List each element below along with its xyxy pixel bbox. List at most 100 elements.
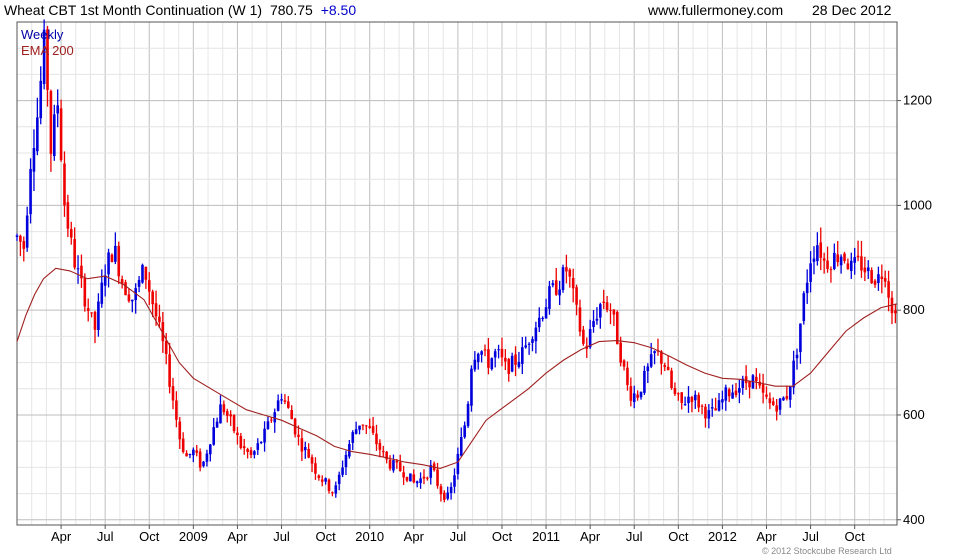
candle-body <box>117 245 121 277</box>
candle-body <box>554 280 558 295</box>
candle-body <box>392 460 395 471</box>
candle-body <box>700 405 704 407</box>
candle-body <box>59 108 63 161</box>
candle-body <box>300 438 304 452</box>
candle-body <box>673 388 677 394</box>
candle-body <box>788 386 792 400</box>
candle-body <box>490 358 494 370</box>
candle-body <box>775 405 778 412</box>
x-tick-label: Apr <box>580 529 601 544</box>
candle-body <box>239 435 243 448</box>
candle-body <box>351 432 355 443</box>
x-tick-label: Apr <box>404 529 425 544</box>
candle-body <box>39 80 43 119</box>
candle-body <box>697 394 700 408</box>
candle-body <box>768 398 772 404</box>
candle-body <box>371 426 375 433</box>
candle-body <box>755 376 758 382</box>
candle-body <box>15 235 19 237</box>
chart: Wheat CBT 1st Month Continuation (W 1) 7… <box>0 0 980 560</box>
candle-body <box>734 390 738 395</box>
candle-body <box>622 360 626 367</box>
candle-body <box>415 481 419 484</box>
candle-body <box>164 340 168 355</box>
candle-body <box>263 428 266 443</box>
candle-body <box>215 421 219 428</box>
chart-title-text: Wheat CBT 1st Month Continuation (W 1) <box>4 2 262 18</box>
candle-body <box>375 433 378 445</box>
candle-body <box>649 354 653 367</box>
candle-body <box>887 281 890 298</box>
candle-body <box>225 411 229 416</box>
x-tick-label: Apr <box>227 529 248 544</box>
candle-body <box>578 307 582 332</box>
candle-body <box>493 351 497 358</box>
candle-body <box>287 401 290 408</box>
candle-body <box>480 351 483 355</box>
candle-body <box>205 453 209 462</box>
candle-body <box>531 339 534 343</box>
candle-body <box>192 449 195 456</box>
candle-body <box>124 282 127 296</box>
candle-body <box>453 475 456 487</box>
candle-body <box>829 269 833 271</box>
candle-body <box>839 256 843 266</box>
candle-body <box>137 279 141 287</box>
candle-body <box>49 91 53 154</box>
candle-body <box>365 425 368 427</box>
candle-body <box>69 229 73 238</box>
candle-body <box>565 267 568 272</box>
candle-body <box>381 451 385 453</box>
candle-body <box>856 255 860 258</box>
candle-body <box>731 392 734 399</box>
x-tick-label: Oct <box>845 529 866 544</box>
x-tick-label: Oct <box>492 529 513 544</box>
candle-body <box>324 478 327 482</box>
candle-body <box>354 429 358 434</box>
candle-body <box>259 442 263 444</box>
candle-body <box>90 312 93 314</box>
candle-body <box>476 353 480 363</box>
candle-body <box>632 393 636 403</box>
candle-body <box>463 425 466 438</box>
candle-body <box>521 347 524 364</box>
candle-body <box>175 400 178 420</box>
candle-body <box>738 388 741 393</box>
candle-body <box>805 282 809 294</box>
candle-body <box>93 311 97 330</box>
last-price: 780.75 <box>270 2 313 18</box>
candle-body <box>534 327 538 342</box>
y-tick-label: 1000 <box>903 197 932 212</box>
candle-body <box>236 432 239 436</box>
candle-body <box>510 355 514 372</box>
x-tick-label: Jul <box>802 529 819 544</box>
candle-body <box>873 280 877 285</box>
candle-body <box>426 477 429 479</box>
candle-body <box>561 267 565 290</box>
candle-body <box>846 263 850 269</box>
candle-body <box>792 360 795 388</box>
candle-body <box>690 397 694 402</box>
candle-body <box>707 410 711 419</box>
candle-body <box>636 394 639 398</box>
candle-body <box>602 301 606 303</box>
candle-body <box>524 345 528 348</box>
candle-body <box>677 393 680 395</box>
candle-body <box>344 454 348 468</box>
x-tick-label: Oct <box>139 529 160 544</box>
candle-body <box>334 485 338 494</box>
candle-body <box>609 309 612 311</box>
candle-body <box>331 492 334 494</box>
y-tick-label: 1200 <box>903 93 932 108</box>
x-tick-label: Apr <box>756 529 777 544</box>
candle-body <box>765 394 768 397</box>
candle-body <box>643 370 646 393</box>
candle-body <box>880 276 884 280</box>
candle-body <box>419 478 422 484</box>
candle-body <box>256 443 260 450</box>
candle-body <box>551 283 555 286</box>
candle-body <box>398 462 402 471</box>
candle-body <box>771 401 775 405</box>
candle-body <box>822 258 826 261</box>
candle-body <box>883 277 887 282</box>
